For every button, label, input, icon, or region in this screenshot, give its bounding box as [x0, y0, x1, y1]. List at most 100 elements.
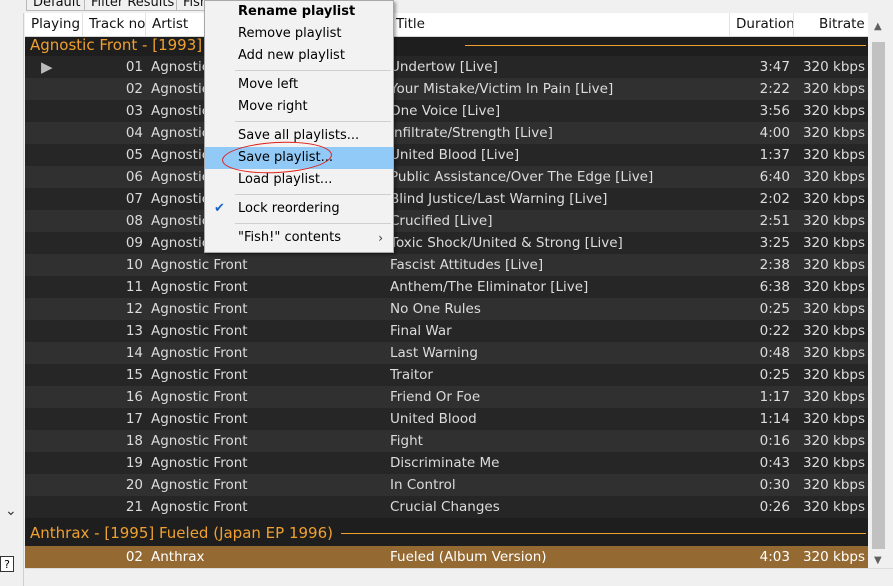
cell-bitrate: 320 kbps — [802, 191, 865, 207]
group-divider — [341, 533, 866, 534]
tab-bar: Default Filter Results Fish — [0, 0, 893, 13]
menu-label: Save all playlists... — [238, 128, 360, 143]
menu-move-left[interactable]: Move left — [205, 74, 393, 96]
track-row[interactable]: 18 Agnostic Front Fight 0:16 320 kbps — [25, 430, 868, 452]
cell-duration: 4:00 — [759, 125, 790, 141]
track-row[interactable]: 13 Agnostic Front Final War 0:22 320 kbps — [25, 320, 868, 342]
cell-track-number: 10 — [125, 257, 143, 273]
menu-label: Save playlist... — [238, 150, 334, 165]
checkmark-icon: ✔ — [214, 201, 225, 216]
play-icon: ▶ — [41, 58, 53, 76]
track-row[interactable]: 04 Agnostic Front Infiltrate/Strength [Liv… — [25, 122, 868, 144]
menu-lock-reordering[interactable]: ✔ Lock reordering — [205, 198, 393, 220]
cell-duration: 3:56 — [759, 103, 790, 119]
scroll-up-icon[interactable]: ▲ — [874, 21, 882, 32]
group-header[interactable]: Anthrax - [1995] Fueled (Japan EP 1996) — [25, 522, 868, 544]
track-row[interactable]: 05 Agnostic Front United Blood [Live] 1:37 3… — [25, 144, 868, 166]
col-trackno[interactable]: Track no — [83, 13, 146, 36]
menu-rename-playlist[interactable]: Rename playlist — [205, 1, 393, 23]
menu-label: Move right — [238, 99, 308, 114]
tab-default[interactable]: Default — [26, 0, 88, 11]
menu-save-playlist[interactable]: Save playlist... — [205, 147, 393, 169]
cell-duration: 0:16 — [759, 433, 790, 449]
menu-label: Load playlist... — [238, 172, 333, 187]
cell-bitrate: 320 kbps — [802, 301, 865, 317]
menu-load-playlist[interactable]: Load playlist... — [205, 169, 393, 191]
track-row[interactable]: 17 Agnostic Front United Blood 1:14 320 kbps — [25, 408, 868, 430]
cell-track-number: 16 — [125, 389, 143, 405]
cell-bitrate: 320 kbps — [802, 455, 865, 471]
cell-artist: Agnostic Front — [151, 389, 248, 405]
track-row[interactable]: 14 Agnostic Front Last Warning 0:48 320 kbps — [25, 342, 868, 364]
cell-bitrate: 320 kbps — [802, 389, 865, 405]
cell-title: United Blood [Live] — [390, 147, 520, 163]
cell-duration: 0:25 — [759, 301, 790, 317]
menu-fish-contents[interactable]: "Fish!" contents › — [205, 227, 393, 249]
cell-title: Public Assistance/Over The Edge [Live] — [390, 169, 654, 185]
track-row[interactable]: 08 Agnostic Front Crucified [Live] 2:51 320 … — [25, 210, 868, 232]
track-row[interactable]: 09 Agnostic Front Toxic Shock/United & Str… — [25, 232, 868, 254]
cell-title: Your Mistake/Victim In Pain [Live] — [390, 81, 614, 97]
cell-title: Blind Justice/Last Warning [Live] — [390, 191, 608, 207]
scroll-thumb[interactable] — [872, 42, 885, 549]
cell-track-number: 17 — [125, 411, 143, 427]
track-row[interactable]: 11 Agnostic Front Anthem/The Eliminator [L… — [25, 276, 868, 298]
cell-track-number: 08 — [125, 213, 143, 229]
cell-duration: 0:25 — [759, 367, 790, 383]
track-row[interactable]: 06 Agnostic Front Public Assistance/Over T… — [25, 166, 868, 188]
col-bitrate[interactable]: Bitrate — [794, 13, 868, 36]
track-row[interactable]: 07 Agnostic Front Blind Justice/Last Warni… — [25, 188, 868, 210]
tab-filter-results[interactable]: Filter Results — [84, 0, 182, 11]
menu-save-all-playlists[interactable]: Save all playlists... — [205, 125, 393, 147]
menu-add-new-playlist[interactable]: Add new playlist — [205, 45, 393, 67]
vertical-scrollbar[interactable]: ▲ ▼ — [868, 13, 893, 568]
scroll-down-icon[interactable]: ▼ — [874, 555, 882, 566]
cell-title: Anthem/The Eliminator [Live] — [390, 279, 589, 295]
track-row[interactable]: 19 Agnostic Front Discriminate Me 0:43 320 k… — [25, 452, 868, 474]
col-duration[interactable]: Duration — [730, 13, 794, 36]
chevron-down-icon[interactable]: ⌄ — [5, 503, 17, 519]
track-row[interactable]: 21 Agnostic Front Crucial Changes 0:26 320 k… — [25, 496, 868, 518]
cell-bitrate: 320 kbps — [802, 147, 865, 163]
cell-track-number: 15 — [125, 367, 143, 383]
cell-track-number: 14 — [125, 345, 143, 361]
track-row[interactable]: 10 Agnostic Front Fascist Attitudes [Live]… — [25, 254, 868, 276]
group-header[interactable]: Agnostic Front - [1993] Last Warning [Li… — [25, 34, 868, 56]
track-row[interactable]: 15 Agnostic Front Traitor 0:25 320 kbps — [25, 364, 868, 386]
cell-title: Fascist Attitudes [Live] — [390, 257, 544, 273]
track-row[interactable]: 12 Agnostic Front No One Rules 0:25 320 kbps — [25, 298, 868, 320]
track-row[interactable]: 03 Agnostic Front One Voice [Live] 3:56 320 … — [25, 100, 868, 122]
menu-move-right[interactable]: Move right — [205, 96, 393, 118]
menu-separator — [235, 223, 391, 224]
col-playing[interactable]: Playing — [25, 13, 83, 36]
menu-remove-playlist[interactable]: Remove playlist — [205, 23, 393, 45]
help-button[interactable]: ? — [0, 556, 14, 572]
cell-track-number: 20 — [125, 477, 143, 493]
cell-title: Fight — [390, 433, 423, 449]
track-row[interactable]: 16 Agnostic Front Friend Or Foe 1:17 320 kbp… — [25, 386, 868, 408]
cell-artist: Agnostic Front — [151, 323, 248, 339]
col-title[interactable]: Title — [390, 13, 730, 36]
cell-artist: Agnostic Front — [151, 455, 248, 471]
cell-title: United Blood — [390, 411, 477, 427]
cell-duration: 2:38 — [759, 257, 790, 273]
cell-duration: 2:02 — [759, 191, 790, 207]
cell-bitrate: 320 kbps — [802, 499, 865, 515]
cell-duration: 2:22 — [759, 81, 790, 97]
left-panel: ⌄ ? — [0, 13, 24, 586]
cell-bitrate: 320 kbps — [802, 433, 865, 449]
playlist-view[interactable]: Playing Track no Artist Title Duration B… — [25, 13, 868, 568]
context-menu: Rename playlist Remove playlist Add new … — [204, 0, 394, 253]
track-row[interactable]: ▶ 01 Agnostic Front Undertow [Live] 3:47 320 … — [25, 56, 868, 78]
cell-track-number: 03 — [125, 103, 143, 119]
tab-fish[interactable]: Fish — [176, 0, 208, 11]
track-row[interactable]: 02 Agnostic Front Your Mistake/Victim In P… — [25, 78, 868, 100]
cell-duration: 3:47 — [759, 59, 790, 75]
chevron-right-icon: › — [378, 231, 383, 245]
track-row[interactable]: 02 Anthrax Fueled (Album Version) 4:03 320 k… — [25, 546, 868, 568]
cell-bitrate: 320 kbps — [802, 477, 865, 493]
cell-artist: Agnostic Front — [151, 279, 248, 295]
cell-duration: 1:14 — [759, 411, 790, 427]
track-row[interactable]: 20 Agnostic Front In Control 0:30 320 kbps — [25, 474, 868, 496]
menu-label: Remove playlist — [238, 26, 342, 41]
